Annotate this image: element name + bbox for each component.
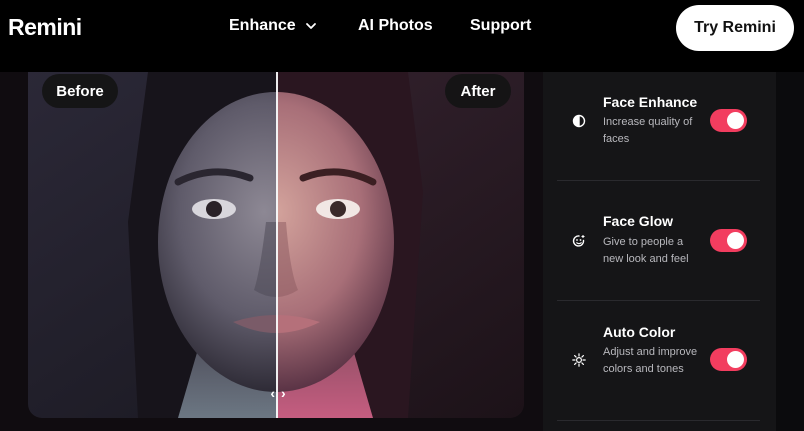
toggle-knob (727, 232, 744, 249)
face-glow-icon (572, 235, 585, 247)
feature-title: Auto Color (603, 324, 676, 340)
nav-support[interactable]: Support (470, 17, 531, 35)
toggle-knob (727, 351, 744, 368)
auto-color-toggle[interactable] (710, 348, 747, 371)
after-badge: After (445, 74, 511, 108)
before-image (28, 72, 278, 418)
nav-ai-photos[interactable]: AI Photos (358, 17, 433, 35)
feature-description: Give to people a new look and feel (603, 236, 689, 265)
divider (557, 420, 760, 421)
chevron-left-icon: ‹ (270, 385, 275, 401)
feature-title: Face Enhance (603, 94, 698, 110)
nav-ai-photos-label: AI Photos (358, 17, 433, 34)
page-margin (776, 72, 804, 431)
toggle-knob (727, 112, 744, 129)
face-enhance-icon (572, 114, 586, 128)
chevron-right-icon: › (281, 385, 286, 401)
divider (557, 300, 760, 301)
nav-support-label: Support (470, 17, 532, 34)
try-remini-button[interactable]: Try Remini (676, 5, 794, 51)
before-after-image: ‹ › Before After (28, 72, 524, 418)
nav-enhance-label: Enhance (229, 17, 296, 34)
face-glow-toggle[interactable] (710, 229, 747, 252)
sun-icon (572, 353, 586, 367)
feature-description: Increase quality of faces (603, 116, 693, 145)
after-image (278, 72, 524, 418)
divider (557, 180, 760, 181)
chevron-down-icon (305, 23, 316, 29)
top-navbar: Remini Enhance AI Photos Support Try Rem… (0, 0, 804, 72)
nav-enhance[interactable]: Enhance (229, 17, 317, 35)
face-enhance-toggle[interactable] (710, 109, 747, 132)
features-panel: Face Enhance Increase quality of faces F… (543, 72, 776, 431)
compare-divider[interactable] (276, 72, 278, 418)
feature-description: Adjust and improve colors and tones (603, 346, 698, 375)
feature-title: Face Glow (603, 213, 674, 229)
before-badge: Before (42, 74, 118, 108)
compare-slider-handle[interactable]: ‹ › (264, 382, 292, 404)
remini-logo[interactable]: Remini (8, 14, 82, 41)
